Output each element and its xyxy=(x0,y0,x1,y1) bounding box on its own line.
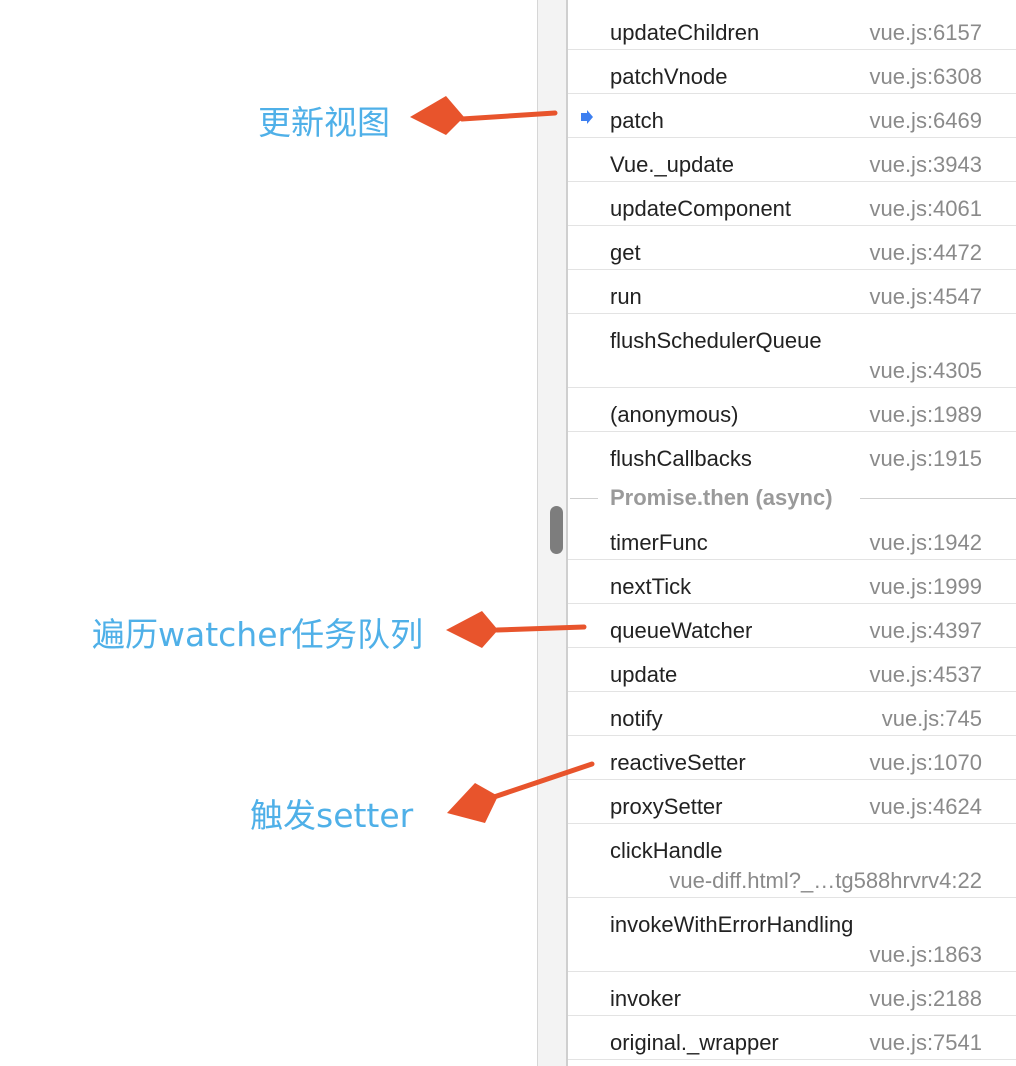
frame-function-name: invoker xyxy=(610,986,681,1011)
call-frame[interactable]: timerFunc vue.js:1942 xyxy=(568,516,1016,560)
call-frame-current[interactable]: patch vue.js:6469 xyxy=(568,94,1016,138)
async-boundary-separator: Promise.then (async) xyxy=(568,476,1016,520)
annotation-traverse-watcher-queue: 遍历watcher任务队列 xyxy=(92,615,424,654)
frame-location[interactable]: vue.js:6157 xyxy=(869,20,982,46)
frame-location[interactable]: vue.js:1989 xyxy=(869,402,982,428)
call-stack-panel: updateChildren vue.js:6157 patchVnode vu… xyxy=(568,0,1016,1066)
frame-function-name: (anonymous) xyxy=(610,402,739,427)
call-frame[interactable]: clickHandle vue-diff.html?_…tg588hrvrv4:… xyxy=(568,824,1016,898)
frame-function-name: notify xyxy=(610,706,663,731)
frame-location[interactable]: vue.js:4537 xyxy=(869,662,982,688)
frame-location[interactable]: vue.js:6308 xyxy=(869,64,982,90)
call-frame[interactable]: proxySetter vue.js:4624 xyxy=(568,780,1016,824)
call-frame[interactable]: (anonymous) vue.js:1989 xyxy=(568,388,1016,432)
frame-function-name: patchVnode xyxy=(610,64,728,89)
annotation-update-view: 更新视图 xyxy=(258,103,390,142)
call-frame[interactable]: flushCallbacks vue.js:1915 xyxy=(568,432,1016,476)
frame-location[interactable]: vue.js:4472 xyxy=(869,240,982,266)
frame-function-name: updateComponent xyxy=(610,196,792,221)
call-frame[interactable]: notify vue.js:745 xyxy=(568,692,1016,736)
call-frame[interactable]: reactiveSetter vue.js:1070 xyxy=(568,736,1016,780)
frame-location[interactable]: vue.js:745 xyxy=(882,706,982,732)
separator-line-left xyxy=(570,498,598,499)
frame-location[interactable]: vue.js:4547 xyxy=(869,284,982,310)
frame-location[interactable]: vue.js:1863 xyxy=(869,942,982,968)
call-frame[interactable]: Vue._update vue.js:3943 xyxy=(568,138,1016,182)
call-frame[interactable]: patchVnode vue.js:6308 xyxy=(568,50,1016,94)
frame-function-name: reactiveSetter xyxy=(610,750,746,775)
scrollbar-thumb[interactable] xyxy=(550,506,563,554)
frame-location[interactable]: vue.js:6469 xyxy=(869,108,982,134)
frame-function-name: nextTick xyxy=(610,574,692,599)
annotation-trigger-setter: 触发setter xyxy=(250,796,414,835)
frame-function-name: flushSchedulerQueue xyxy=(610,328,822,353)
call-frame[interactable]: updateChildren vue.js:6157 xyxy=(568,6,1016,50)
frame-location[interactable]: vue-diff.html?_…tg588hrvrv4:22 xyxy=(669,868,982,894)
frame-function-name: queueWatcher xyxy=(610,618,753,643)
frame-location[interactable]: vue.js:4624 xyxy=(869,794,982,820)
call-frame[interactable]: update vue.js:4537 xyxy=(568,648,1016,692)
frame-function-name: update xyxy=(610,662,678,687)
frame-location[interactable]: vue.js:1915 xyxy=(869,446,982,472)
frame-location[interactable]: vue.js:1999 xyxy=(869,574,982,600)
call-frame[interactable]: get vue.js:4472 xyxy=(568,226,1016,270)
frame-location[interactable]: vue.js:4397 xyxy=(869,618,982,644)
frame-location[interactable]: vue.js:2188 xyxy=(869,986,982,1012)
call-frame[interactable]: flushSchedulerQueue vue.js:4305 xyxy=(568,314,1016,388)
frame-location[interactable]: vue.js:1070 xyxy=(869,750,982,776)
frame-function-name: clickHandle xyxy=(610,838,723,863)
call-frame[interactable]: invoker vue.js:2188 xyxy=(568,972,1016,1016)
frame-location[interactable]: vue.js:4305 xyxy=(869,358,982,384)
frame-function-name: patch xyxy=(610,108,664,133)
frame-function-name: get xyxy=(610,240,641,265)
frame-function-name: Vue._update xyxy=(610,152,734,177)
frame-location[interactable]: vue.js:1942 xyxy=(869,530,982,556)
frame-location[interactable]: vue.js:7541 xyxy=(869,1030,982,1056)
annotation-canvas xyxy=(0,0,537,1066)
frame-location[interactable]: vue.js:4061 xyxy=(869,196,982,222)
frame-location[interactable]: vue.js:3943 xyxy=(869,152,982,178)
call-frame[interactable]: run vue.js:4547 xyxy=(568,270,1016,314)
separator-line-right xyxy=(860,498,1016,499)
call-frame[interactable]: updateComponent vue.js:4061 xyxy=(568,182,1016,226)
frame-function-name: updateChildren xyxy=(610,20,760,45)
call-frame[interactable]: invokeWithErrorHandling vue.js:1863 xyxy=(568,898,1016,972)
frame-function-name: flushCallbacks xyxy=(610,446,752,471)
frame-function-name: proxySetter xyxy=(610,794,723,819)
frame-function-name: invokeWithErrorHandling xyxy=(610,912,854,937)
call-frame[interactable]: original._wrapper vue.js:7541 xyxy=(568,1016,1016,1060)
frame-function-name: original._wrapper xyxy=(610,1030,779,1055)
call-frame[interactable]: nextTick vue.js:1999 xyxy=(568,560,1016,604)
current-frame-marker-icon xyxy=(581,110,593,124)
frame-function-name: run xyxy=(610,284,642,309)
async-label: Promise.then (async) xyxy=(610,485,833,510)
frame-function-name: timerFunc xyxy=(610,530,708,555)
call-frame[interactable]: queueWatcher vue.js:4397 xyxy=(568,604,1016,648)
